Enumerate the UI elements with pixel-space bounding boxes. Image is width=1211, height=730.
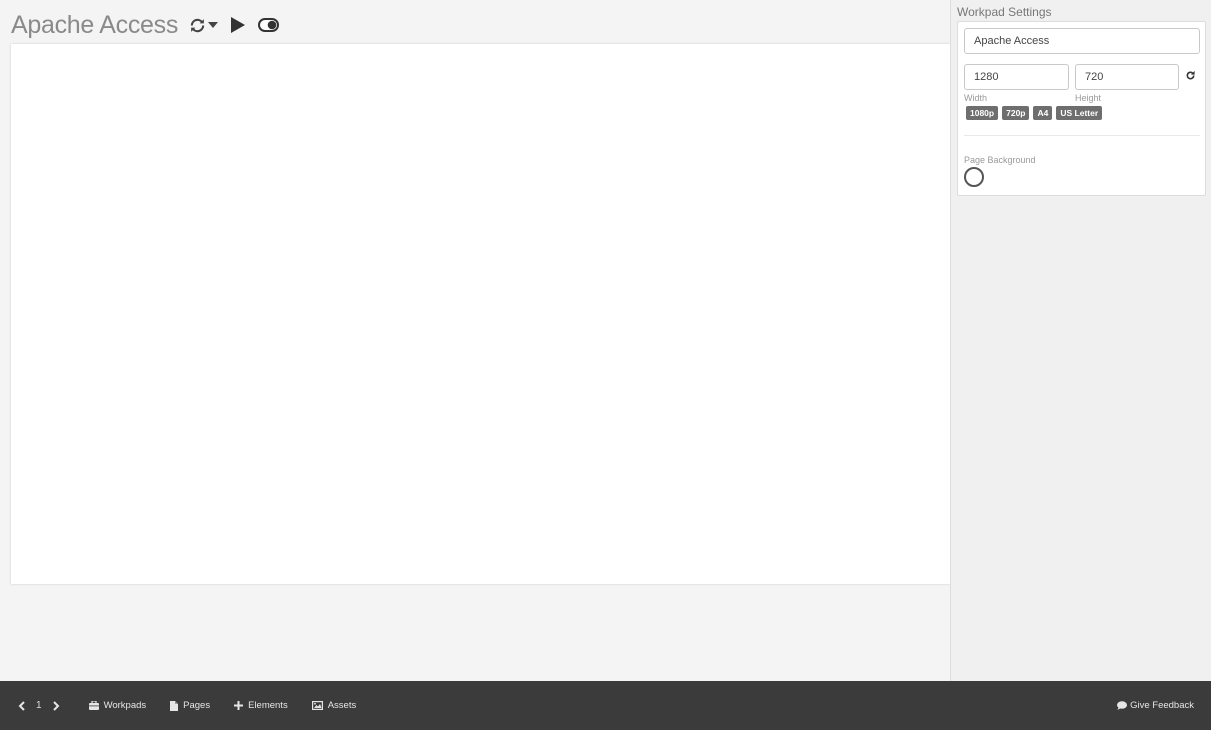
page-background-label: Page Background	[964, 155, 1036, 165]
give-feedback-button[interactable]: Give Feedback	[1117, 700, 1194, 711]
preset-us-letter-button[interactable]: US Letter	[1056, 106, 1103, 120]
preset-1080p-button[interactable]: 1080p	[966, 106, 999, 120]
page-background-color-picker[interactable]	[964, 167, 984, 187]
workpad-title: Apache Access	[11, 11, 179, 39]
elements-label: Elements	[248, 700, 288, 711]
toggle-icon	[258, 18, 280, 32]
image-icon	[311, 701, 323, 710]
width-label: Width	[964, 93, 988, 103]
rotate-icon	[1185, 68, 1196, 86]
comment-icon	[1117, 701, 1128, 710]
give-feedback-label: Give Feedback	[1130, 700, 1194, 711]
assets-label: Assets	[327, 700, 357, 711]
file-icon	[170, 700, 179, 711]
preset-a4-button[interactable]: A4	[1033, 106, 1053, 120]
refresh-icon	[189, 17, 206, 34]
page-pager: 1	[16, 700, 62, 712]
caret-down-icon	[208, 22, 219, 28]
workpads-label: Workpads	[103, 700, 147, 711]
refresh-menu-button[interactable]	[189, 17, 219, 34]
preset-720p-button[interactable]: 720p	[1002, 106, 1030, 120]
height-label: Height	[1075, 93, 1102, 103]
workpad-header: Apache Access	[11, 8, 280, 42]
page-number: 1	[36, 700, 42, 711]
panel-divider	[964, 135, 1200, 136]
sidebar: Workpad Settings Width Height 1080p 720p…	[950, 0, 1211, 681]
chevron-right-icon	[53, 700, 60, 711]
workspace: Apache Access	[0, 0, 950, 681]
workpad-name-input[interactable]	[964, 28, 1200, 54]
width-input[interactable]	[964, 64, 1069, 90]
pages-button[interactable]: Pages	[170, 700, 210, 711]
size-presets: 1080p 720p A4 US Letter	[966, 106, 1106, 120]
swap-dimensions-button[interactable]	[1184, 70, 1196, 84]
fullscreen-play-button[interactable]	[231, 17, 246, 33]
footer-toolbar: 1 Workpads Pages Elements Assets Give Fe…	[0, 681, 1211, 730]
sidebar-title: Workpad Settings	[957, 5, 1052, 19]
height-input[interactable]	[1075, 64, 1179, 90]
assets-button[interactable]: Assets	[311, 700, 357, 711]
header-tools	[189, 17, 280, 34]
workpad-settings-panel: Width Height 1080p 720p A4 US Letter Pag…	[957, 21, 1206, 196]
elements-button[interactable]: Elements	[234, 700, 288, 711]
briefcase-icon	[88, 701, 99, 710]
plus-icon	[234, 701, 244, 710]
previous-page-button[interactable]	[16, 700, 26, 712]
workpads-button[interactable]: Workpads	[88, 700, 147, 711]
edit-mode-toggle[interactable]	[258, 18, 280, 32]
canvas-app: Apache Access Workpad Settings Apache Ac…	[0, 0, 1211, 730]
next-page-button[interactable]	[52, 700, 62, 712]
workpad-page-canvas[interactable]	[11, 44, 950, 584]
chevron-left-icon	[18, 700, 25, 711]
pages-label: Pages	[183, 700, 211, 711]
play-icon	[231, 17, 246, 33]
